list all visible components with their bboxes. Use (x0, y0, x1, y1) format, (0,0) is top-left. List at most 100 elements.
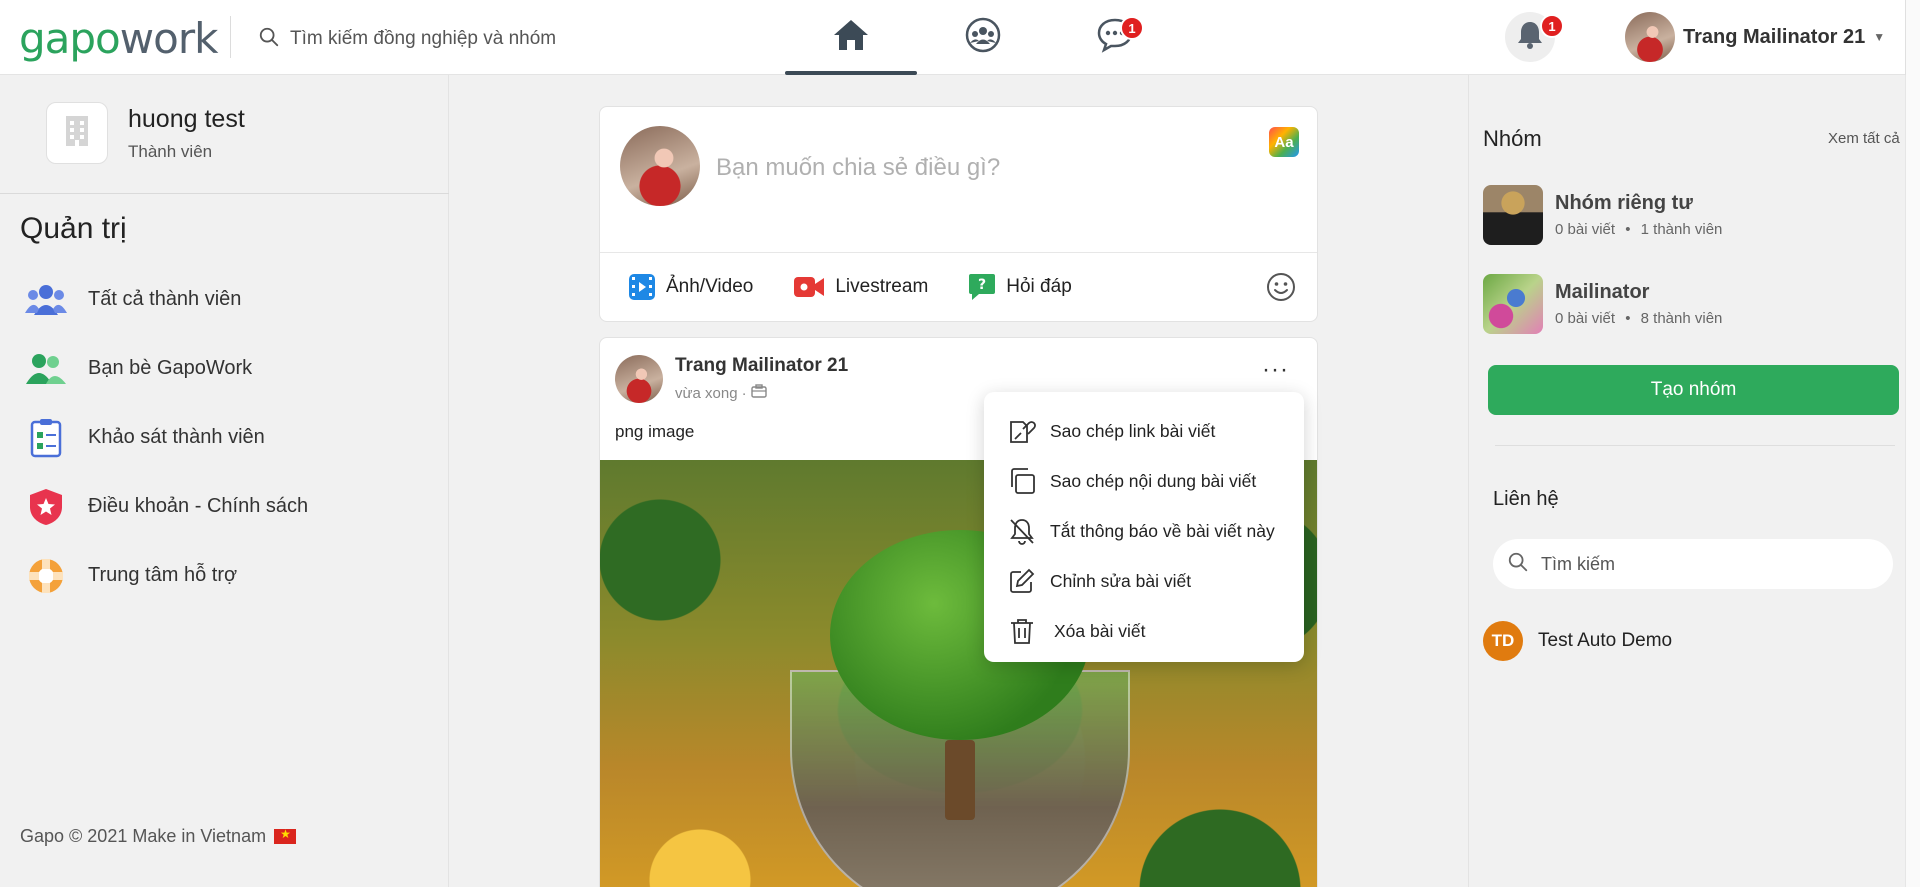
svg-text:?: ? (978, 277, 986, 293)
logo-part-gapo: gapo (19, 14, 121, 63)
global-search[interactable] (258, 24, 618, 54)
footer-copyright: Gapo © 2021 Make in Vietnam (20, 826, 297, 847)
contact-avatar: TD (1483, 621, 1523, 661)
menu-item-label: Sao chép nội dung bài viết (1050, 470, 1257, 491)
search-icon (1507, 551, 1529, 578)
top-header: gapowork 1 1 Trang Mailinator 21 ▼ (0, 0, 1920, 75)
photo-video-icon (628, 273, 656, 301)
see-all-groups-link[interactable]: Xem tất cả (1828, 130, 1900, 147)
composer-input[interactable]: Bạn muốn chia sẻ điều gì? (716, 154, 1000, 182)
contacts-title: Liên hệ (1493, 488, 1559, 510)
post-more-button[interactable]: ··· (1262, 356, 1289, 384)
organization-privacy-icon (750, 384, 767, 402)
left-sidebar: huong test Thành viên Quản trị Tất cả th… (0, 75, 449, 887)
copy-link-icon (1006, 415, 1038, 447)
menu-item-all-members[interactable]: Tất cả thành viên (24, 265, 308, 334)
gapowork-logo[interactable]: gapowork (19, 14, 219, 63)
menu-copy-content[interactable]: Sao chép nội dung bài viết (984, 456, 1304, 506)
logo-part-work: work (119, 14, 219, 63)
menu-item-member-survey[interactable]: Khảo sát thành viên (24, 403, 308, 472)
group-meta: 0 bài viết • 1 thành viên (1555, 221, 1722, 238)
survey-icon (24, 416, 68, 460)
menu-item-label: Khảo sát thành viên (88, 426, 265, 448)
menu-item-help-center[interactable]: Trung tâm hỗ trợ (24, 541, 308, 610)
organization-role: Thành viên (128, 141, 213, 161)
menu-item-label: Xóa bài viết (1054, 620, 1146, 641)
livestream-button[interactable]: Livestream (793, 274, 928, 300)
menu-delete-post[interactable]: Xóa bài viết (984, 606, 1304, 656)
notifications-button[interactable]: 1 (1505, 12, 1564, 62)
contact-search[interactable] (1493, 539, 1893, 589)
header-scroll-gutter (1905, 0, 1920, 75)
page-scrollbar[interactable] (1905, 75, 1920, 887)
edit-icon (1006, 565, 1038, 597)
post-author-name[interactable]: Trang Mailinator 21 (675, 355, 848, 377)
qa-label: Hỏi đáp (1006, 276, 1072, 297)
composer-divider (600, 252, 1317, 253)
nav-tab-messages[interactable]: 1 (1049, 0, 1181, 75)
notifications-badge: 1 (1540, 14, 1564, 38)
search-icon (258, 26, 280, 53)
menu-copy-link[interactable]: Sao chép link bài viết (984, 406, 1304, 456)
emoji-icon[interactable] (1266, 272, 1296, 307)
bell-off-icon (1006, 515, 1038, 547)
search-input[interactable] (290, 28, 610, 50)
group-member-count: 1 thành viên (1640, 221, 1723, 238)
menu-item-label: Sao chép link bài viết (1050, 420, 1216, 441)
menu-item-gapowork-friends[interactable]: Bạn bè GapoWork (24, 334, 308, 403)
composer-avatar (620, 126, 700, 206)
group-name: Mailinator (1555, 281, 1650, 303)
create-group-button[interactable]: Tạo nhóm (1488, 365, 1899, 415)
vietnam-flag-icon (274, 827, 297, 844)
group-post-count: 0 bài viết (1555, 310, 1616, 327)
qa-button[interactable]: ? Hỏi đáp (968, 273, 1072, 301)
menu-item-label: Chỉnh sửa bài viết (1050, 570, 1192, 591)
meta-separator: • (1625, 221, 1631, 238)
chevron-down-icon: ▼ (1873, 30, 1886, 44)
copy-content-icon (1006, 465, 1038, 497)
contact-name: Test Auto Demo (1538, 630, 1673, 651)
group-avatar (1483, 185, 1543, 245)
menu-item-label: Bạn bè GapoWork (88, 357, 253, 379)
livestream-icon (793, 274, 825, 300)
group-name: Nhóm riêng tư (1555, 192, 1693, 214)
menu-mute-notifications[interactable]: Tắt thông báo về bài viết này (984, 506, 1304, 556)
user-avatar (1625, 12, 1675, 62)
organization-card[interactable]: huong test Thành viên (46, 102, 245, 164)
photo-video-button[interactable]: Ảnh/Video (628, 273, 753, 301)
right-divider (1495, 445, 1895, 446)
organization-name: huong test (128, 104, 245, 133)
menu-item-label: Trung tâm hỗ trợ (88, 564, 238, 586)
groups-icon (964, 16, 1002, 59)
sidebar-divider (0, 193, 449, 194)
post-meta: vừa xong · (675, 384, 767, 402)
group-post-count: 0 bài viết (1555, 221, 1616, 238)
group-member-count: 8 thành viên (1640, 310, 1723, 327)
building-icon (62, 114, 92, 153)
user-menu[interactable]: Trang Mailinator 21 ▼ (1625, 12, 1885, 62)
post-composer: Bạn muốn chia sẻ điều gì? Aa Ảnh/Video L… (599, 106, 1318, 322)
groups-title: Nhóm (1483, 126, 1542, 151)
text-style-icon[interactable]: Aa (1269, 127, 1299, 157)
trash-icon (1006, 615, 1038, 647)
post-author-avatar[interactable] (615, 355, 663, 403)
footer-text: Gapo © 2021 Make in Vietnam (20, 826, 267, 846)
menu-item-terms-policy[interactable]: Điều khoản - Chính sách (24, 472, 308, 541)
meta-separator: · (741, 384, 747, 402)
contact-search-input[interactable] (1541, 553, 1861, 575)
livestream-label: Livestream (835, 276, 929, 297)
group-avatar (1483, 274, 1543, 334)
menu-item-label: Tất cả thành viên (88, 288, 242, 310)
contact-item[interactable]: TD Test Auto Demo (1483, 621, 1672, 661)
meta-separator: • (1625, 310, 1631, 327)
group-item-private[interactable]: Nhóm riêng tư 0 bài viết • 1 thành viên (1483, 185, 1722, 245)
support-lifebuoy-icon (24, 554, 68, 598)
nav-tab-home[interactable] (785, 0, 917, 75)
user-name: Trang Mailinator 21 (1683, 25, 1866, 48)
menu-edit-post[interactable]: Chỉnh sửa bài viết (984, 556, 1304, 606)
group-item-mailinator[interactable]: Mailinator 0 bài viết • 8 thành viên (1483, 274, 1722, 334)
admin-section-title: Quản trị (20, 212, 127, 245)
nav-tab-groups[interactable] (917, 0, 1049, 75)
photo-video-label: Ảnh/Video (666, 276, 754, 297)
policy-shield-icon (24, 485, 68, 529)
